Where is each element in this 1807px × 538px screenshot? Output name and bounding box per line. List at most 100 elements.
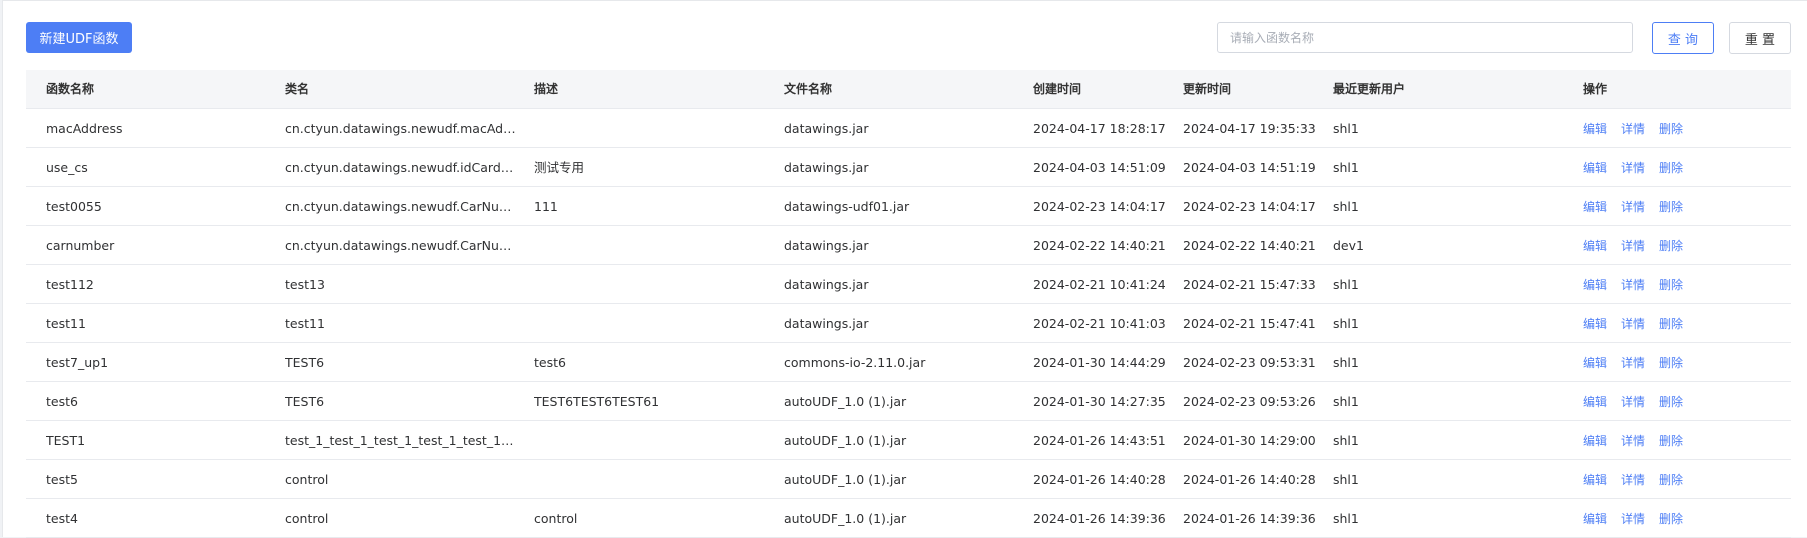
- row-actions: 编辑 详情 删除: [1583, 499, 1783, 537]
- delete-link[interactable]: 删除: [1659, 500, 1683, 537]
- cell-function-name: test0055: [46, 199, 102, 214]
- cell-description: [534, 226, 766, 264]
- cell-class-name: control: [285, 511, 329, 526]
- table-row: test11 test11 datawings.jar 2024-02-21 10:4…: [26, 304, 1791, 343]
- header-updated-time: 更新时间: [1183, 82, 1232, 96]
- edit-link[interactable]: 编辑: [1583, 422, 1607, 459]
- cell-description: [534, 460, 766, 498]
- edit-link[interactable]: 编辑: [1583, 500, 1607, 537]
- delete-link[interactable]: 删除: [1659, 266, 1683, 303]
- cell-class-name: TEST6: [285, 394, 325, 409]
- udf-list-panel: 新建UDF函数 查 询 重 置 函数名称 类名 描述 文件名称 创建时间 更新时…: [2, 0, 1807, 538]
- cell-last-user: shl1: [1333, 199, 1359, 214]
- delete-link[interactable]: 删除: [1659, 110, 1683, 147]
- table-row: macAddress cn.ctyun.datawings.newudf.macA…: [26, 109, 1791, 148]
- cell-class-name: cn.ctyun.datawings.newudf.CarNumber: [285, 238, 517, 253]
- edit-link[interactable]: 编辑: [1583, 149, 1607, 186]
- cell-updated-time: 2024-02-23 09:53:26: [1183, 394, 1316, 409]
- delete-link[interactable]: 删除: [1659, 383, 1683, 420]
- delete-link[interactable]: 删除: [1659, 305, 1683, 342]
- cell-updated-time: 2024-04-03 14:51:19: [1183, 160, 1316, 175]
- edit-link[interactable]: 编辑: [1583, 266, 1607, 303]
- edit-link[interactable]: 编辑: [1583, 188, 1607, 225]
- delete-link[interactable]: 删除: [1659, 344, 1683, 381]
- cell-class-name: cn.ctyun.datawings.newudf.macAddre...: [285, 121, 517, 136]
- table-body: macAddress cn.ctyun.datawings.newudf.macA…: [26, 109, 1791, 538]
- cell-class-name: TEST6: [285, 355, 325, 370]
- cell-description: 测试专用: [534, 160, 585, 175]
- header-last-user: 最近更新用户: [1333, 82, 1406, 96]
- cell-description: [534, 304, 766, 342]
- cell-updated-time: 2024-01-30 14:29:00: [1183, 433, 1316, 448]
- cell-class-name: cn.ctyun.datawings.newudf.idCardVeri...: [285, 160, 517, 175]
- cell-function-name: test112: [46, 277, 94, 292]
- header-created-time: 创建时间: [1033, 82, 1082, 96]
- detail-link[interactable]: 详情: [1621, 188, 1645, 225]
- cell-created-time: 2024-02-21 10:41:03: [1033, 316, 1166, 331]
- table-row: carnumber cn.ctyun.datawings.newudf.CarNu…: [26, 226, 1791, 265]
- delete-link[interactable]: 删除: [1659, 461, 1683, 498]
- detail-link[interactable]: 详情: [1621, 227, 1645, 264]
- detail-link[interactable]: 详情: [1621, 383, 1645, 420]
- cell-file-name: datawings.jar: [784, 316, 869, 331]
- cell-last-user: shl1: [1333, 355, 1359, 370]
- cell-class-name: control: [285, 472, 329, 487]
- edit-link[interactable]: 编辑: [1583, 383, 1607, 420]
- delete-link[interactable]: 删除: [1659, 227, 1683, 264]
- reset-button[interactable]: 重 置: [1729, 22, 1791, 54]
- cell-created-time: 2024-01-26 14:40:28: [1033, 472, 1166, 487]
- cell-created-time: 2024-02-23 14:04:17: [1033, 199, 1166, 214]
- cell-class-name: test13: [285, 277, 325, 292]
- edit-link[interactable]: 编辑: [1583, 227, 1607, 264]
- cell-file-name: commons-io-2.11.0.jar: [784, 355, 926, 370]
- table-row: TEST1 test_1_test_1_test_1_test_1_test_1_…: [26, 421, 1791, 460]
- cell-updated-time: 2024-02-23 09:53:31: [1183, 355, 1316, 370]
- cell-last-user: shl1: [1333, 277, 1359, 292]
- cell-description: control: [534, 511, 578, 526]
- cell-function-name: test6: [46, 394, 78, 409]
- table-row: test5 control autoUDF_1.0 (1).jar 2024-01-2…: [26, 460, 1791, 499]
- row-actions: 编辑 详情 删除: [1583, 382, 1783, 420]
- detail-link[interactable]: 详情: [1621, 500, 1645, 537]
- cell-function-name: test5: [46, 472, 78, 487]
- cell-updated-time: 2024-02-21 15:47:41: [1183, 316, 1316, 331]
- cell-file-name: datawings.jar: [784, 238, 869, 253]
- cell-function-name: carnumber: [46, 238, 115, 253]
- detail-link[interactable]: 详情: [1621, 149, 1645, 186]
- edit-link[interactable]: 编辑: [1583, 344, 1607, 381]
- detail-link[interactable]: 详情: [1621, 344, 1645, 381]
- search-input[interactable]: [1217, 22, 1633, 53]
- detail-link[interactable]: 详情: [1621, 305, 1645, 342]
- cell-updated-time: 2024-01-26 14:39:36: [1183, 511, 1316, 526]
- cell-class-name: cn.ctyun.datawings.newudf.CarNumb...: [285, 199, 517, 214]
- cell-file-name: autoUDF_1.0 (1).jar: [784, 472, 907, 487]
- row-actions: 编辑 详情 删除: [1583, 304, 1783, 342]
- detail-link[interactable]: 详情: [1621, 110, 1645, 147]
- delete-link[interactable]: 删除: [1659, 149, 1683, 186]
- cell-created-time: 2024-04-03 14:51:09: [1033, 160, 1166, 175]
- cell-updated-time: 2024-04-17 19:35:33: [1183, 121, 1316, 136]
- query-button[interactable]: 查 询: [1652, 22, 1714, 54]
- header-function-name: 函数名称: [46, 82, 95, 96]
- detail-link[interactable]: 详情: [1621, 461, 1645, 498]
- row-actions: 编辑 详情 删除: [1583, 187, 1783, 225]
- cell-last-user: shl1: [1333, 394, 1359, 409]
- cell-created-time: 2024-02-21 10:41:24: [1033, 277, 1166, 292]
- detail-link[interactable]: 详情: [1621, 422, 1645, 459]
- table-row: test7_up1 TEST6 test6 commons-io-2.11.0.jar…: [26, 343, 1791, 382]
- cell-last-user: shl1: [1333, 160, 1359, 175]
- delete-link[interactable]: 删除: [1659, 188, 1683, 225]
- edit-link[interactable]: 编辑: [1583, 305, 1607, 342]
- delete-link[interactable]: 删除: [1659, 422, 1683, 459]
- cell-file-name: datawings-udf01.jar: [784, 199, 910, 214]
- new-udf-button[interactable]: 新建UDF函数: [26, 22, 132, 53]
- edit-link[interactable]: 编辑: [1583, 461, 1607, 498]
- udf-table: 函数名称 类名 描述 文件名称 创建时间 更新时间 最近更新用户 操作 macA…: [26, 70, 1791, 538]
- cell-description: [534, 265, 766, 303]
- cell-function-name: use_cs: [46, 160, 88, 175]
- table-row: test6 TEST6 TEST6TEST6TEST61 autoUDF_1.0 (1…: [26, 382, 1791, 421]
- cell-last-user: shl1: [1333, 433, 1359, 448]
- table-row: test4 control control autoUDF_1.0 (1).jar 20…: [26, 499, 1791, 538]
- detail-link[interactable]: 详情: [1621, 266, 1645, 303]
- edit-link[interactable]: 编辑: [1583, 110, 1607, 147]
